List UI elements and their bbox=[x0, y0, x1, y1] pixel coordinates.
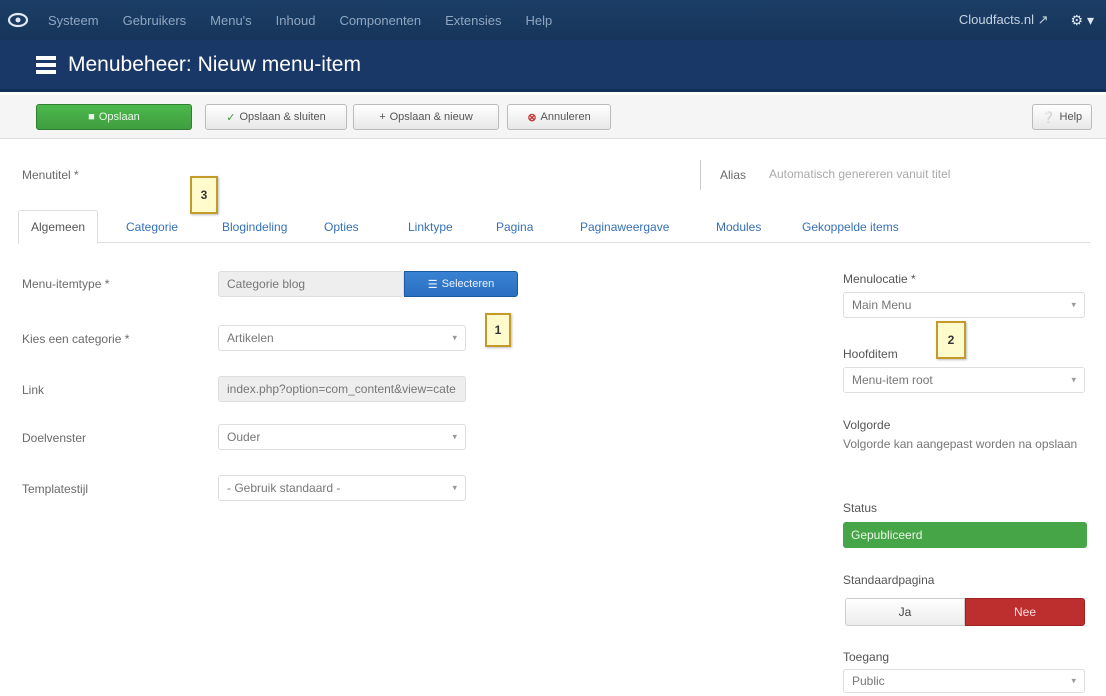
cancel-icon: ⊗ bbox=[527, 111, 537, 124]
help-button[interactable]: ❔ Help bbox=[1032, 104, 1092, 130]
top-nav-bar: Systeem Gebruikers Menu's Inhoud Compone… bbox=[0, 0, 1106, 40]
cancel-label: Annuleren bbox=[540, 111, 591, 123]
chevron-down-icon: ▾ bbox=[452, 482, 457, 493]
parent-item-label: Hoofditem bbox=[843, 347, 898, 361]
save-close-label: Opslaan & sluiten bbox=[239, 111, 326, 123]
callout-3: 3 bbox=[190, 176, 218, 214]
top-menu: Systeem Gebruikers Menu's Inhoud Compone… bbox=[36, 13, 564, 28]
top-menu-item-extensies[interactable]: Extensies bbox=[433, 13, 513, 28]
access-value: Public bbox=[852, 674, 885, 688]
list-icon: ☰ bbox=[427, 278, 438, 291]
status-label: Status bbox=[843, 501, 878, 515]
divider bbox=[700, 160, 701, 190]
page-header: Menubeheer: Nieuw menu-item bbox=[0, 40, 1106, 92]
tab-modules[interactable]: Modules bbox=[704, 210, 773, 243]
alias-label: Alias bbox=[720, 168, 747, 182]
page-title: Menubeheer: Nieuw menu-item bbox=[68, 52, 361, 76]
top-menu-item-menus[interactable]: Menu's bbox=[198, 13, 264, 28]
save-new-label: Opslaan & nieuw bbox=[389, 111, 473, 123]
parent-item-select[interactable]: Menu-item root ▾ bbox=[843, 367, 1085, 393]
tab-bar: Algemeen Categorie Blogindeling Opties L… bbox=[18, 210, 1090, 244]
tab-opties[interactable]: Opties bbox=[312, 210, 371, 243]
top-menu-item-gebruikers[interactable]: Gebruikers bbox=[111, 13, 199, 28]
chevron-down-icon: ▾ bbox=[1071, 675, 1076, 686]
menu-list-icon bbox=[36, 55, 56, 74]
tab-paginaweergave[interactable]: Paginaweergave bbox=[568, 210, 681, 243]
select-type-button[interactable]: ☰ Selecteren bbox=[404, 271, 518, 297]
target-window-label: Doelvenster bbox=[22, 431, 87, 445]
link-field: index.php?option=com_content&view=cate bbox=[218, 376, 466, 402]
access-label: Toegang bbox=[843, 650, 890, 664]
chevron-down-icon: ▾ bbox=[1071, 374, 1076, 385]
top-menu-item-systeem[interactable]: Systeem bbox=[36, 13, 111, 28]
title-label: Menutitel * bbox=[22, 168, 79, 182]
default-page-yes[interactable]: Ja bbox=[845, 598, 965, 626]
toolbar: ■ Opslaan ✓ Opslaan & sluiten + Opslaan … bbox=[0, 95, 1106, 139]
default-page-label: Standaardpagina bbox=[843, 573, 935, 587]
cancel-button[interactable]: ⊗ Annuleren bbox=[507, 104, 611, 130]
access-select[interactable]: Public ▾ bbox=[843, 669, 1085, 693]
default-page-no[interactable]: Nee bbox=[965, 598, 1085, 626]
tab-algemeen[interactable]: Algemeen bbox=[18, 210, 99, 244]
status-select[interactable]: Gepubliceerd bbox=[843, 522, 1087, 548]
menu-location-value: Main Menu bbox=[852, 298, 912, 312]
tab-pagina[interactable]: Pagina bbox=[484, 210, 545, 243]
callout-1: 1 bbox=[485, 313, 511, 347]
top-menu-item-inhoud[interactable]: Inhoud bbox=[264, 13, 328, 28]
chevron-down-icon: ▾ bbox=[452, 332, 457, 343]
parent-item-value: Menu-item root bbox=[852, 373, 933, 387]
target-window-value: Ouder bbox=[227, 430, 261, 444]
top-menu-item-help[interactable]: Help bbox=[513, 13, 564, 28]
save-button[interactable]: ■ Opslaan bbox=[36, 104, 192, 130]
check-icon: ✓ bbox=[226, 111, 236, 124]
chevron-down-icon: ▾ bbox=[1071, 299, 1076, 310]
default-page-toggle: Ja Nee bbox=[845, 598, 1085, 626]
order-label: Volgorde bbox=[843, 418, 891, 432]
order-note: Volgorde kan aangepast worden na opslaan bbox=[843, 437, 1078, 451]
template-style-label: Templatestijl bbox=[22, 482, 89, 496]
plus-icon: + bbox=[379, 111, 386, 123]
category-select[interactable]: Artikelen ▾ bbox=[218, 325, 466, 351]
save-label: Opslaan bbox=[98, 111, 140, 123]
tab-categorie[interactable]: Categorie bbox=[114, 210, 190, 243]
save-new-button[interactable]: + Opslaan & nieuw bbox=[353, 104, 499, 130]
template-style-value: - Gebruik standaard - bbox=[227, 481, 341, 495]
tab-blogindeling[interactable]: Blogindeling bbox=[210, 210, 299, 243]
joomla-logo-icon[interactable] bbox=[0, 0, 36, 40]
menu-location-label: Menulocatie * bbox=[843, 272, 916, 286]
template-style-select[interactable]: - Gebruik standaard - ▾ bbox=[218, 475, 466, 501]
save-icon: ■ bbox=[88, 111, 95, 123]
select-type-label: Selecteren bbox=[441, 278, 495, 290]
help-icon: ❔ bbox=[1041, 111, 1056, 124]
menu-location-select[interactable]: Main Menu ▾ bbox=[843, 292, 1085, 318]
top-menu-item-componenten[interactable]: Componenten bbox=[327, 13, 433, 28]
user-menu-gear-icon[interactable]: ⚙ ▾ bbox=[1059, 12, 1106, 29]
callout-2: 2 bbox=[936, 321, 966, 359]
tab-gekoppelde-items[interactable]: Gekoppelde items bbox=[790, 210, 911, 243]
chevron-down-icon: ▾ bbox=[452, 431, 457, 442]
target-window-select[interactable]: Ouder ▾ bbox=[218, 424, 466, 450]
alias-input[interactable]: Automatisch genereren vanuit titel bbox=[760, 161, 1090, 187]
category-value: Artikelen bbox=[227, 331, 274, 345]
save-close-button[interactable]: ✓ Opslaan & sluiten bbox=[205, 104, 347, 130]
site-link[interactable]: Cloudfacts.nl ↗ bbox=[949, 12, 1059, 28]
help-label: Help bbox=[1059, 111, 1083, 123]
menu-item-type-label: Menu-itemtype * bbox=[22, 277, 110, 291]
tab-linktype[interactable]: Linktype bbox=[396, 210, 465, 243]
category-label: Kies een categorie * bbox=[22, 332, 130, 346]
menu-item-type-field: Categorie blog bbox=[218, 271, 404, 297]
link-label: Link bbox=[22, 383, 45, 397]
